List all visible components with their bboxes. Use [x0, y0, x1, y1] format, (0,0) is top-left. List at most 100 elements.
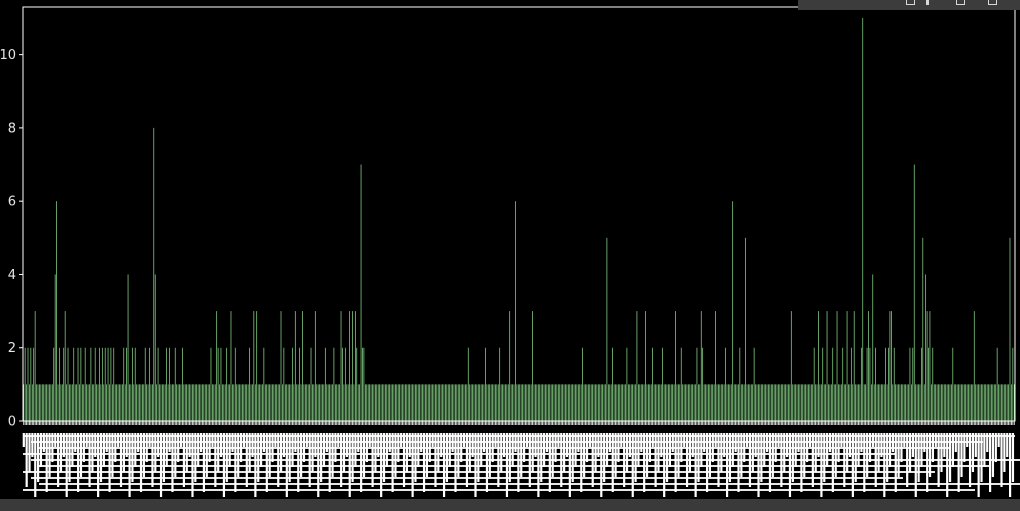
back-icon[interactable]: [906, 0, 915, 5]
bar: [269, 384, 270, 421]
bar: [302, 311, 303, 421]
delete-icon[interactable]: [988, 0, 997, 5]
bar: [47, 384, 49, 421]
bar: [304, 384, 306, 421]
x-tick-label: [886, 433, 889, 482]
bar: [669, 384, 671, 421]
bar: [407, 384, 409, 421]
x-tick-label: [728, 433, 732, 482]
bar: [756, 384, 758, 421]
bar: [1001, 384, 1002, 421]
bar: [599, 384, 601, 421]
bar: [1005, 384, 1007, 421]
bar: [975, 384, 977, 421]
info-icon[interactable]: [926, 0, 929, 5]
bar: [769, 384, 771, 421]
bar: [320, 384, 322, 421]
bar: [590, 384, 592, 421]
bar: [339, 384, 340, 421]
bar: [742, 384, 744, 421]
bar: [993, 384, 995, 421]
bar: [779, 384, 781, 421]
bar: [945, 384, 947, 421]
bar: [716, 384, 718, 421]
copy-icon[interactable]: [956, 0, 965, 5]
bar: [43, 384, 45, 421]
x-tick-label: [131, 433, 134, 482]
bar: [387, 384, 389, 421]
bar: [793, 384, 795, 421]
bar: [812, 384, 814, 421]
bar: [822, 347, 824, 421]
bar: [495, 384, 496, 421]
bar: [483, 384, 485, 421]
bar: [284, 384, 286, 421]
bar: [866, 347, 868, 421]
bar: [380, 384, 382, 421]
bar: [672, 384, 674, 421]
bar: [878, 384, 879, 421]
bar: [24, 347, 26, 421]
bar: [124, 384, 126, 421]
bar: [329, 384, 330, 421]
bar: [286, 384, 288, 421]
bar: [880, 384, 882, 421]
bar: [720, 384, 722, 421]
bar: [33, 347, 35, 421]
bar: [272, 384, 273, 421]
bar: [712, 384, 714, 421]
x-tick-label: [134, 433, 137, 467]
bar: [806, 384, 808, 421]
bar: [919, 384, 921, 421]
bar: [142, 384, 143, 421]
bar: [603, 384, 605, 421]
bar: [433, 384, 435, 421]
bar: [482, 384, 483, 421]
bar: [376, 384, 378, 421]
x-tick-label: [25, 433, 28, 487]
bar: [359, 384, 360, 421]
bar: [139, 384, 140, 421]
bar: [189, 384, 190, 421]
bar: [673, 384, 675, 421]
bar: [452, 384, 453, 421]
bar: [698, 384, 699, 421]
bar: [968, 384, 969, 421]
bar: [41, 384, 43, 421]
bar: [593, 384, 595, 421]
bar: [549, 384, 551, 421]
bar: [961, 384, 962, 421]
x-tick-label: [920, 433, 923, 467]
bar: [437, 384, 439, 421]
bar: [430, 384, 432, 421]
bar: [926, 311, 928, 421]
bar: [625, 384, 626, 421]
bar: [34, 311, 36, 421]
bar: [956, 384, 958, 421]
bar: [973, 311, 975, 421]
bar: [988, 384, 989, 421]
bar: [1008, 384, 1009, 421]
bottom-scrollbar[interactable]: [0, 499, 1020, 511]
bar: [559, 384, 561, 421]
bar: [893, 347, 895, 421]
bar: [429, 384, 431, 421]
bar: [117, 384, 119, 421]
bar: [949, 384, 951, 421]
bar: [755, 384, 756, 421]
bar: [250, 384, 252, 421]
bar: [778, 384, 779, 421]
bar: [662, 347, 664, 421]
bar: [770, 384, 772, 421]
bar: [252, 384, 253, 421]
x-tick-label: [1011, 433, 1015, 482]
x-tick-label: [71, 433, 74, 467]
bar: [683, 384, 685, 421]
bar: [816, 384, 818, 421]
bar: [729, 384, 731, 421]
bar: [383, 384, 385, 421]
bar: [768, 384, 769, 421]
bar: [59, 347, 60, 421]
bar: [243, 384, 245, 421]
bar: [415, 384, 416, 421]
